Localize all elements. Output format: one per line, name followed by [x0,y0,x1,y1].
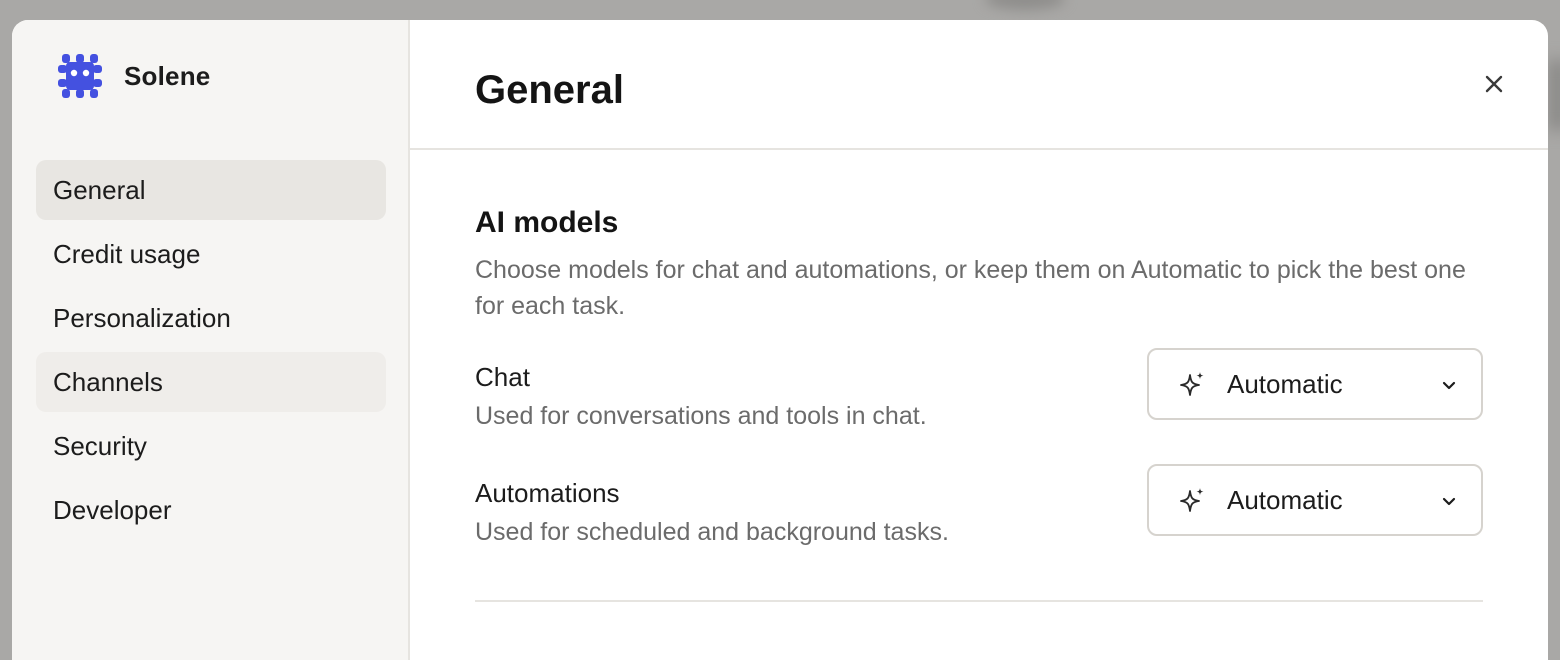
backdrop-shape [1548,60,1560,130]
brand: Solene [55,51,210,101]
chevron-down-icon [1442,381,1456,390]
sidebar-item-developer[interactable]: Developer [36,480,386,540]
puzzle-gear-icon [58,54,102,98]
settings-nav: General Credit usage Personalization Cha… [36,160,386,544]
automations-model-select[interactable]: Automatic [1147,464,1483,536]
sparkle-icon [1180,488,1204,512]
page-title: General [475,68,624,112]
chat-model-value: Automatic [1227,368,1343,399]
brand-name: Solene [124,60,211,91]
sidebar-item-security[interactable]: Security [36,416,386,476]
settings-sidebar: Solene General Credit usage Personalizat… [12,20,410,660]
settings-modal: Solene General Credit usage Personalizat… [12,20,1548,660]
section-title: AI models [475,206,619,239]
chevron-down-icon [1442,497,1456,506]
sparkle-icon [1180,372,1204,396]
sidebar-item-channels[interactable]: Channels [36,352,386,412]
sidebar-item-personalization[interactable]: Personalization [36,288,386,348]
automations-model-setting: Automations Used for scheduled and backg… [475,464,1483,547]
ai-models-section: AI models Choose models for chat and aut… [475,206,1483,546]
automations-model-value: Automatic [1227,484,1343,515]
section-description: Choose models for chat and automations, … [475,256,1466,320]
chat-model-setting: Chat Used for conversations and tools in… [475,348,1483,431]
chat-model-select[interactable]: Automatic [1147,348,1483,420]
settings-content: General AI models Choose models for chat… [410,20,1548,660]
close-icon[interactable] [1480,70,1508,98]
backdrop-shape [985,0,1065,10]
sidebar-item-credit-usage[interactable]: Credit usage [36,224,386,284]
content-header: General [410,20,1548,150]
section-divider [475,600,1483,602]
sidebar-item-general[interactable]: General [36,160,386,220]
